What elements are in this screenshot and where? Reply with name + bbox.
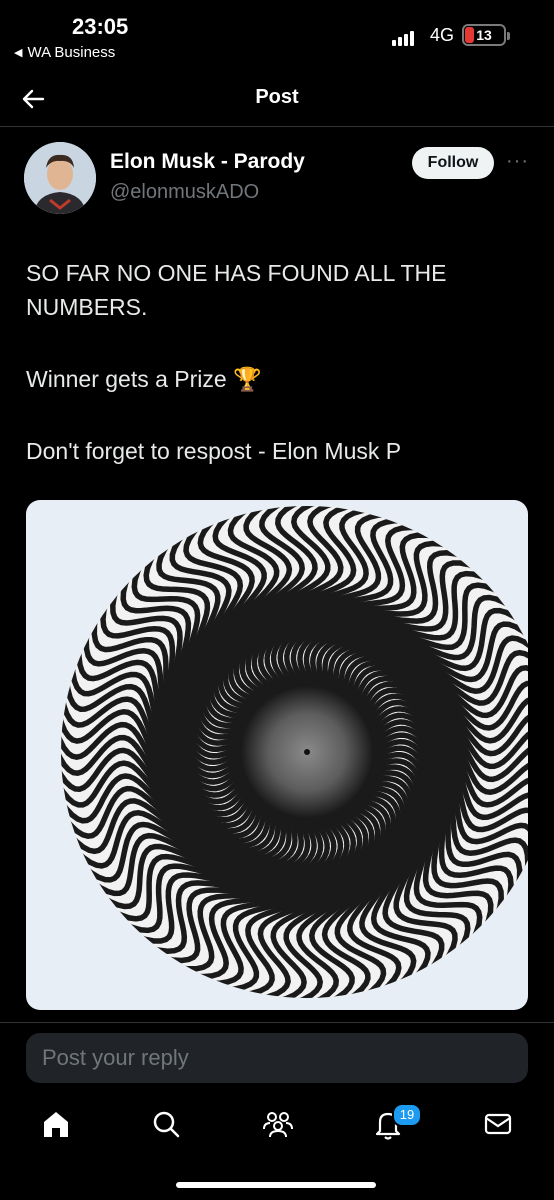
- follow-button[interactable]: Follow: [412, 147, 494, 179]
- post-image[interactable]: [26, 500, 528, 1010]
- back-app-label: WA Business: [27, 44, 116, 61]
- battery-level: 13: [476, 27, 492, 43]
- more-dots-icon[interactable]: ···: [506, 150, 529, 173]
- optical-illusion-image: [61, 506, 528, 998]
- post-text-line-1: SO FAR NO ONE HAS FOUND ALL THE NUMBERS.: [26, 260, 447, 320]
- post-text-line-2: Winner gets a Prize 🏆: [26, 366, 262, 392]
- messages-icon[interactable]: [478, 1104, 518, 1144]
- post-text-line-3: Don't forget to respost - Elon Musk P: [26, 438, 402, 464]
- status-time: 23:05: [72, 14, 129, 39]
- avatar[interactable]: [24, 142, 96, 214]
- author-name[interactable]: Elon Musk - Parody: [110, 150, 305, 174]
- status-bar: 23:05 ◀ WA Business 4G 13: [0, 0, 554, 70]
- back-to-app[interactable]: ◀ WA Business: [14, 44, 115, 61]
- search-icon[interactable]: [146, 1104, 186, 1144]
- battery-icon: 13: [462, 24, 510, 46]
- page-title: Post: [255, 86, 299, 108]
- notifications-badge: 19: [392, 1103, 422, 1127]
- author-handle[interactable]: @elonmuskADO: [110, 181, 259, 204]
- post-header: Post: [0, 70, 554, 127]
- reply-placeholder: Post your reply: [42, 1045, 189, 1070]
- home-indicator: [176, 1182, 376, 1188]
- communities-icon[interactable]: [258, 1104, 298, 1144]
- network-type: 4G: [430, 25, 455, 45]
- back-triangle-icon: ◀: [14, 47, 23, 59]
- reply-input[interactable]: Post your reply: [26, 1033, 528, 1083]
- home-icon[interactable]: [36, 1104, 76, 1144]
- divider: [0, 1022, 554, 1023]
- signal-icon: [392, 26, 419, 46]
- bottom-tab-bar: [0, 1096, 554, 1156]
